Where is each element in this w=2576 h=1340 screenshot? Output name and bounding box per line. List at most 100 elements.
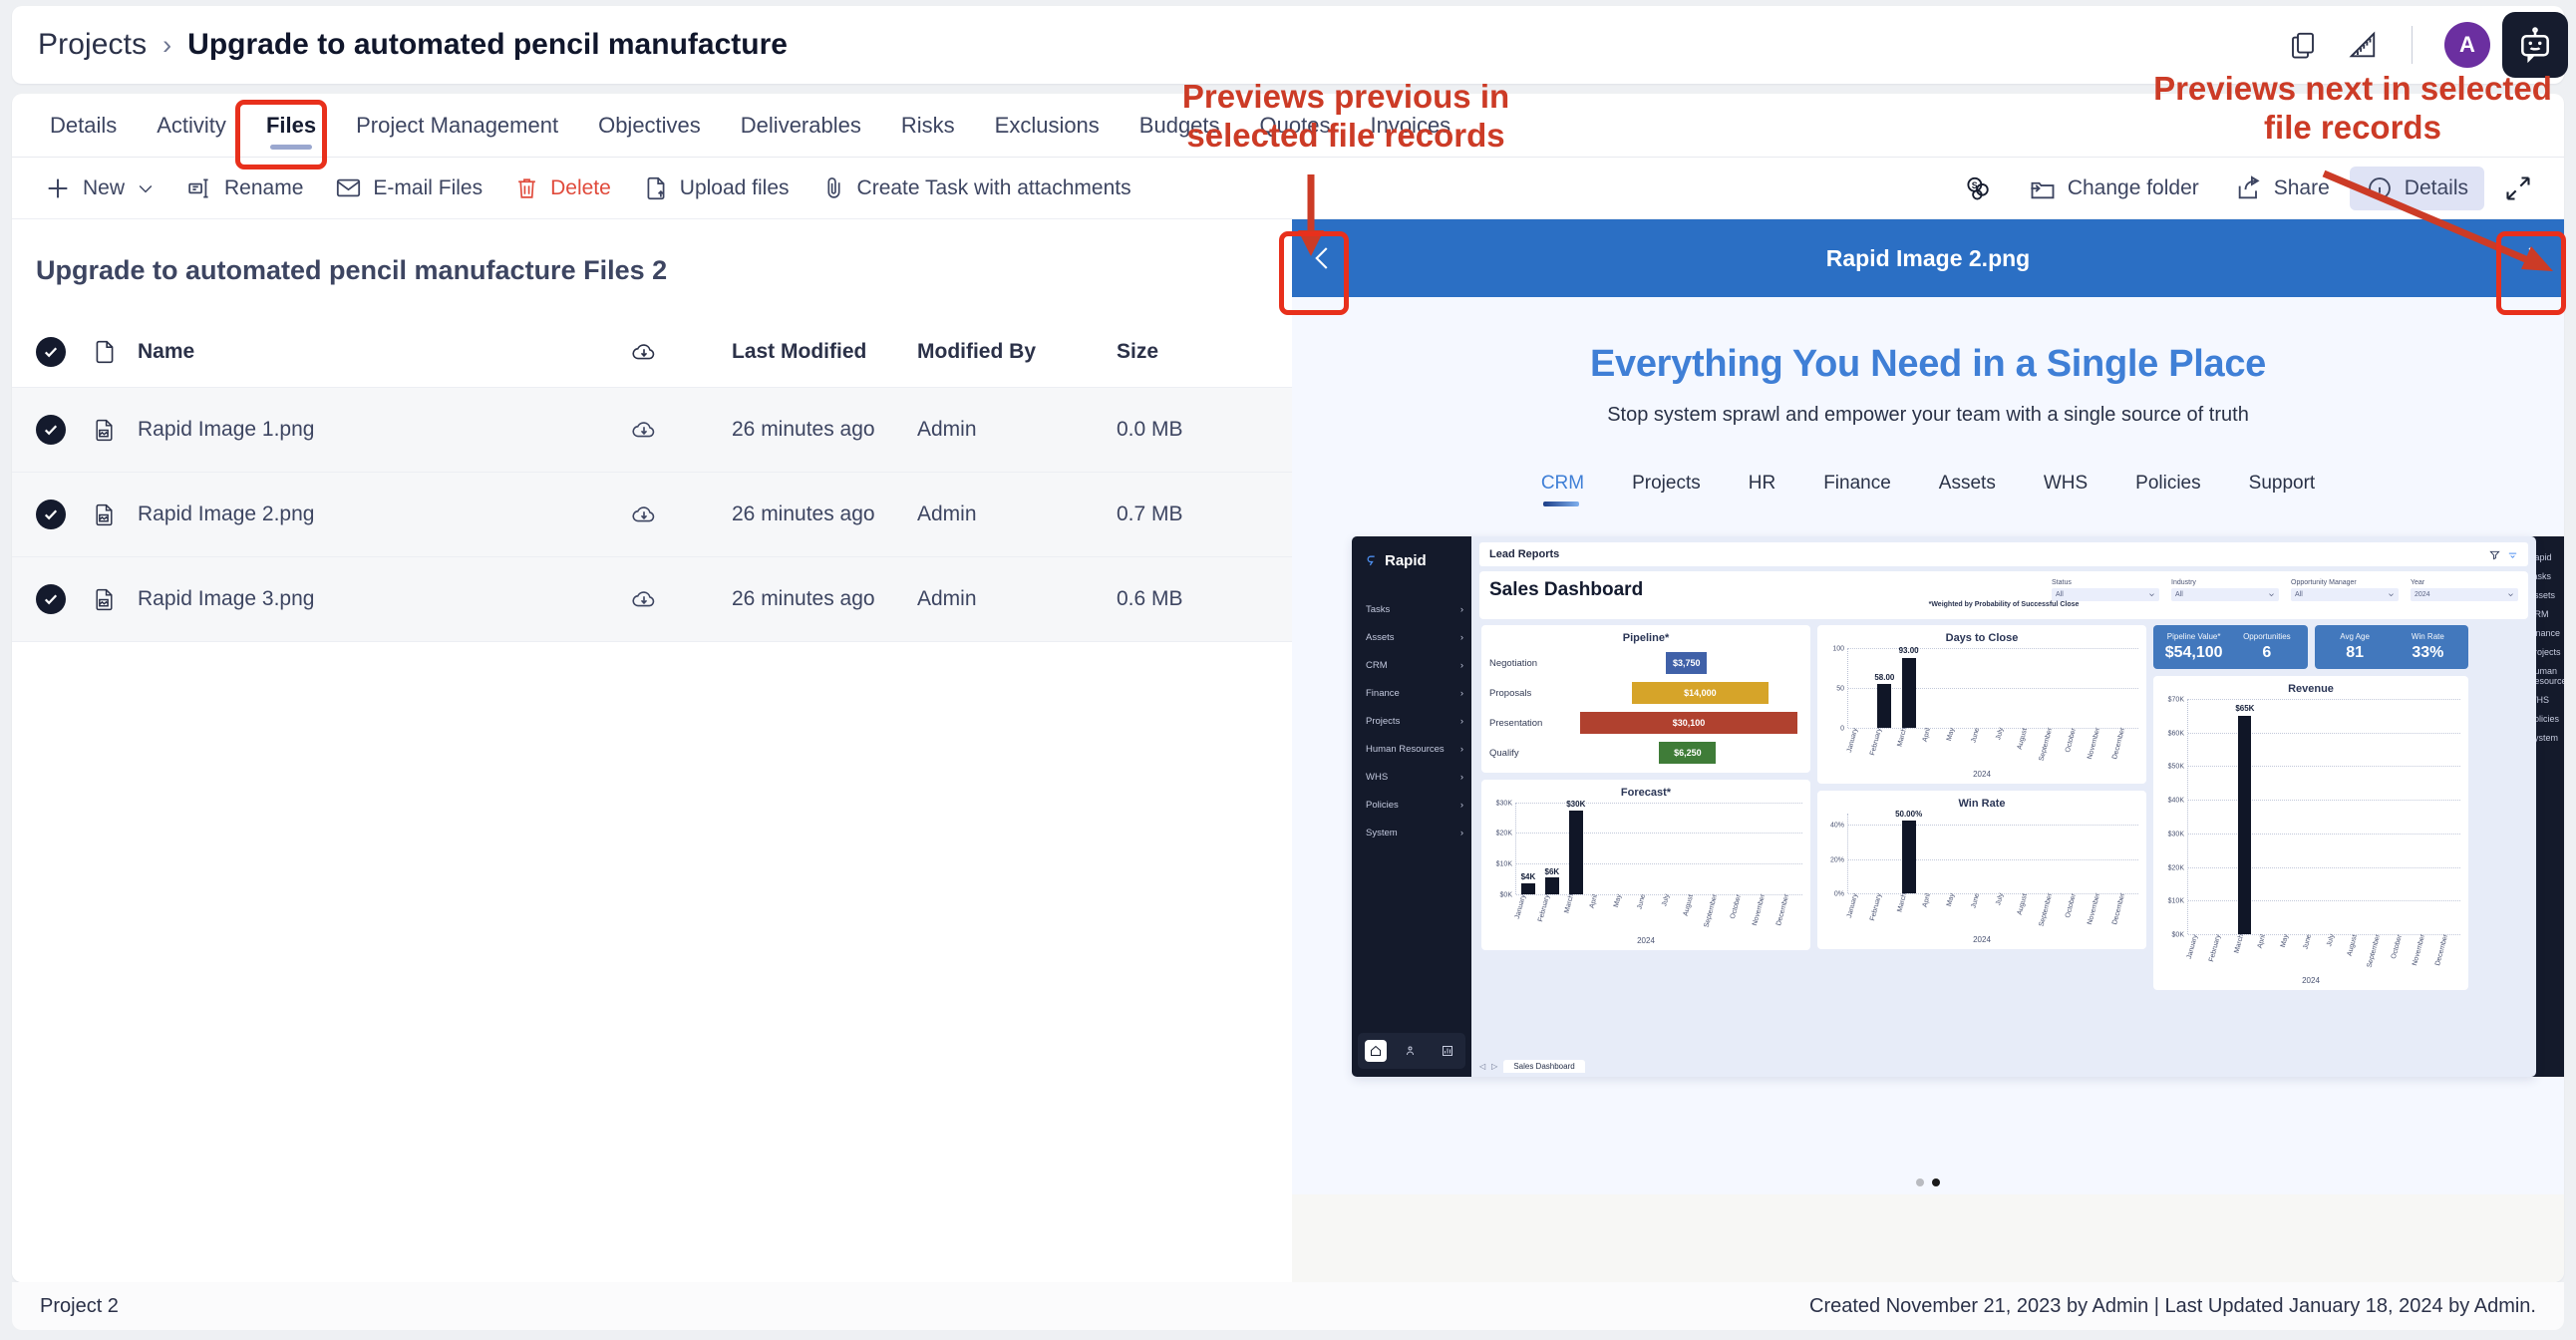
filter-industry-select[interactable]: All bbox=[2171, 588, 2279, 601]
bar-slot: 58.00 bbox=[1872, 648, 1896, 728]
tab-exclusions[interactable]: Exclusions bbox=[975, 94, 1120, 158]
row-checkbox[interactable] bbox=[36, 500, 92, 529]
image-file-icon bbox=[92, 502, 138, 527]
filter-status[interactable]: Status All bbox=[2052, 579, 2159, 601]
file-name[interactable]: Rapid Image 3.png bbox=[138, 587, 556, 611]
copy-icon[interactable] bbox=[2286, 28, 2320, 62]
tab-details[interactable]: Details bbox=[30, 94, 137, 158]
row-checkbox[interactable] bbox=[36, 415, 92, 445]
avatar[interactable]: A bbox=[2444, 22, 2490, 68]
preview-file-name: Rapid Image 2.png bbox=[1826, 245, 2030, 272]
kpi-card-performance: Avg Age 81 Win Rate 33% bbox=[2315, 625, 2469, 669]
kpi-label: Win Rate bbox=[2392, 632, 2464, 641]
pipeline-chart: Pipeline* Negotiation $3,750 bbox=[1481, 625, 1810, 773]
chevron-down-icon bbox=[2148, 591, 2155, 598]
pipeline-track: $30,100 bbox=[1575, 712, 1802, 734]
create-task-label: Create Task with attachments bbox=[857, 176, 1131, 200]
filter-opportunity-manager-select[interactable]: All bbox=[2291, 588, 2399, 601]
pagination-dot[interactable] bbox=[1916, 1178, 1924, 1186]
new-button[interactable]: New bbox=[28, 167, 171, 210]
bar-slot bbox=[1848, 814, 1872, 893]
breadcrumb-separator: › bbox=[162, 30, 171, 61]
paperclip-icon bbox=[821, 175, 846, 200]
chart-icon bbox=[1437, 1040, 1458, 1062]
delete-button[interactable]: Delete bbox=[498, 168, 627, 208]
table-row[interactable]: Rapid Image 1.png 26 minutes ago Admin 0… bbox=[12, 388, 1292, 473]
dashboard-brand-label: Rapid bbox=[1385, 552, 1427, 569]
y-tick: $20K bbox=[1496, 831, 1512, 838]
tab-project-management[interactable]: Project Management bbox=[336, 94, 578, 158]
change-folder-button[interactable]: Change folder bbox=[2013, 167, 2215, 210]
revenue-plot: $70K $60K $50K $40K $30K $20K $10K $0K bbox=[2187, 699, 2460, 934]
chevron-right-icon: › bbox=[1460, 688, 1463, 699]
rename-button[interactable]: Rename bbox=[171, 168, 319, 209]
file-name[interactable]: Rapid Image 2.png bbox=[138, 502, 556, 526]
column-header-size[interactable]: Size bbox=[1117, 340, 1256, 364]
bar-slot bbox=[2066, 648, 2090, 728]
download-icon[interactable] bbox=[556, 586, 732, 612]
chevron-right-icon: › bbox=[1460, 744, 1463, 755]
y-tick: $30K bbox=[1496, 801, 1512, 808]
kpi-value: 81 bbox=[2319, 644, 2392, 662]
bar-slot bbox=[2114, 648, 2138, 728]
dashboard-nav-item: WHS› bbox=[1352, 763, 1471, 791]
sharepoint-button[interactable]: S bbox=[1947, 166, 2009, 211]
highlight-preview-previous-button bbox=[1279, 231, 1349, 315]
kpi-value: $54,100 bbox=[2157, 644, 2230, 662]
file-list-title: Upgrade to automated pencil manufacture … bbox=[12, 219, 1292, 286]
create-task-with-attachments-button[interactable]: Create Task with attachments bbox=[805, 168, 1147, 208]
y-tick: 40% bbox=[1830, 823, 1844, 830]
tab-activity[interactable]: Activity bbox=[137, 94, 246, 158]
page-title: Upgrade to automated pencil manufacture bbox=[187, 28, 788, 62]
days-x-axis: January February March April May June Ju… bbox=[1847, 730, 2138, 768]
email-files-button[interactable]: E-mail Files bbox=[319, 167, 498, 209]
filter-opportunity-manager-value: All bbox=[2295, 591, 2303, 598]
dashboard-nav-label: Policies bbox=[1366, 800, 1399, 811]
svg-text:S: S bbox=[1972, 180, 1978, 190]
filter-year-select[interactable]: 2024 bbox=[2411, 588, 2518, 601]
dashboard-nav-item: Finance› bbox=[1352, 679, 1471, 707]
pagination-dot-active[interactable] bbox=[1932, 1178, 1940, 1186]
table-row[interactable]: Rapid Image 3.png 26 minutes ago Admin 0… bbox=[12, 557, 1292, 642]
file-list-pane: Upgrade to automated pencil manufacture … bbox=[12, 219, 1292, 1282]
filter-status-label: Status bbox=[2052, 579, 2159, 586]
tab-objectives[interactable]: Objectives bbox=[578, 94, 721, 158]
file-name[interactable]: Rapid Image 1.png bbox=[138, 418, 556, 442]
y-tick: $10K bbox=[2168, 898, 2184, 905]
tab-risks[interactable]: Risks bbox=[881, 94, 975, 158]
y-tick: $50K bbox=[2168, 764, 2184, 771]
pipeline-row: Negotiation $3,750 bbox=[1489, 648, 1802, 678]
bar-label: $30K bbox=[1566, 800, 1585, 809]
dashboard-charts-grid: Pipeline* Negotiation $3,750 bbox=[1479, 625, 2528, 990]
breadcrumb-root[interactable]: Projects bbox=[38, 28, 147, 62]
column-header-modified-by[interactable]: Modified By bbox=[917, 340, 1117, 364]
pipeline-track: $3,750 bbox=[1575, 652, 1802, 674]
trash-icon bbox=[514, 175, 539, 200]
download-icon[interactable] bbox=[556, 502, 732, 527]
select-all-checkbox[interactable] bbox=[36, 337, 92, 367]
annotation-next: Previews next in selected file records bbox=[2143, 70, 2562, 148]
delete-label: Delete bbox=[550, 176, 611, 200]
filter-status-select[interactable]: All bbox=[2052, 588, 2159, 601]
column-header-name[interactable]: Name bbox=[138, 340, 556, 364]
bar-slot: $6K bbox=[1540, 803, 1564, 894]
filter-year[interactable]: Year 2024 bbox=[2411, 579, 2518, 601]
ruler-icon[interactable] bbox=[2346, 28, 2380, 62]
table-row[interactable]: Rapid Image 2.png 26 minutes ago Admin 0… bbox=[12, 473, 1292, 557]
column-header-last-modified[interactable]: Last Modified bbox=[732, 340, 917, 364]
upload-files-button[interactable]: Upload files bbox=[627, 168, 805, 209]
download-icon[interactable] bbox=[556, 417, 732, 443]
row-checkbox[interactable] bbox=[36, 584, 92, 614]
dashboard-nav-label: Assets bbox=[1366, 632, 1395, 643]
bar-slot bbox=[1872, 814, 1896, 893]
win-rate-chart: Win Rate 40% 20% 0% 50.00% bbox=[1817, 791, 2146, 949]
bar-slot bbox=[1994, 648, 2018, 728]
filter-industry[interactable]: Industry All bbox=[2171, 579, 2279, 601]
days-x-label: 2024 bbox=[1825, 770, 2138, 779]
assistant-button[interactable] bbox=[2502, 12, 2568, 78]
tab-deliverables[interactable]: Deliverables bbox=[721, 94, 881, 158]
revenue-chart: Revenue $70K $60K $50K $40K $30K $20K bbox=[2153, 676, 2468, 990]
robot-icon bbox=[2516, 26, 2554, 64]
filter-opportunity-manager[interactable]: Opportunity Manager All bbox=[2291, 579, 2399, 601]
bar-slot bbox=[1707, 803, 1731, 894]
